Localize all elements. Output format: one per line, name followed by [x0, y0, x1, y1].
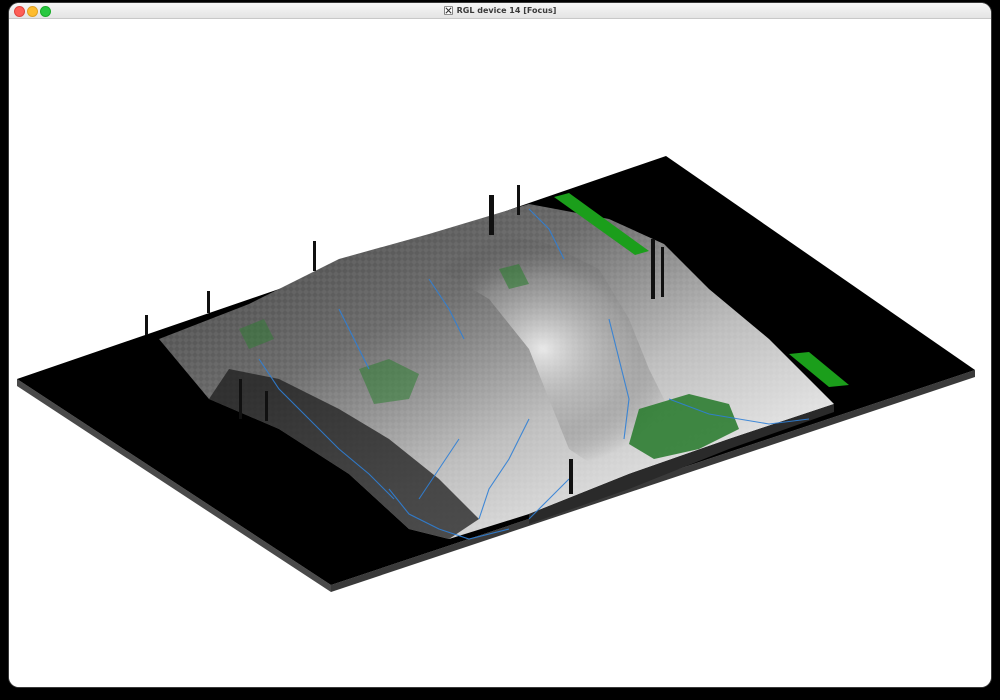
x11-icon	[443, 6, 453, 15]
rgl-device-window[interactable]: RGL device 14 [Focus]	[9, 3, 991, 687]
desktop: RGL device 14 [Focus]	[0, 0, 1000, 700]
window-title-area: RGL device 14 [Focus]	[9, 3, 991, 18]
rgl-3d-canvas[interactable]	[9, 19, 991, 687]
window-title: RGL device 14 [Focus]	[456, 6, 557, 15]
title-bar[interactable]: RGL device 14 [Focus]	[9, 3, 991, 19]
terrain-3d-render[interactable]	[9, 19, 991, 687]
